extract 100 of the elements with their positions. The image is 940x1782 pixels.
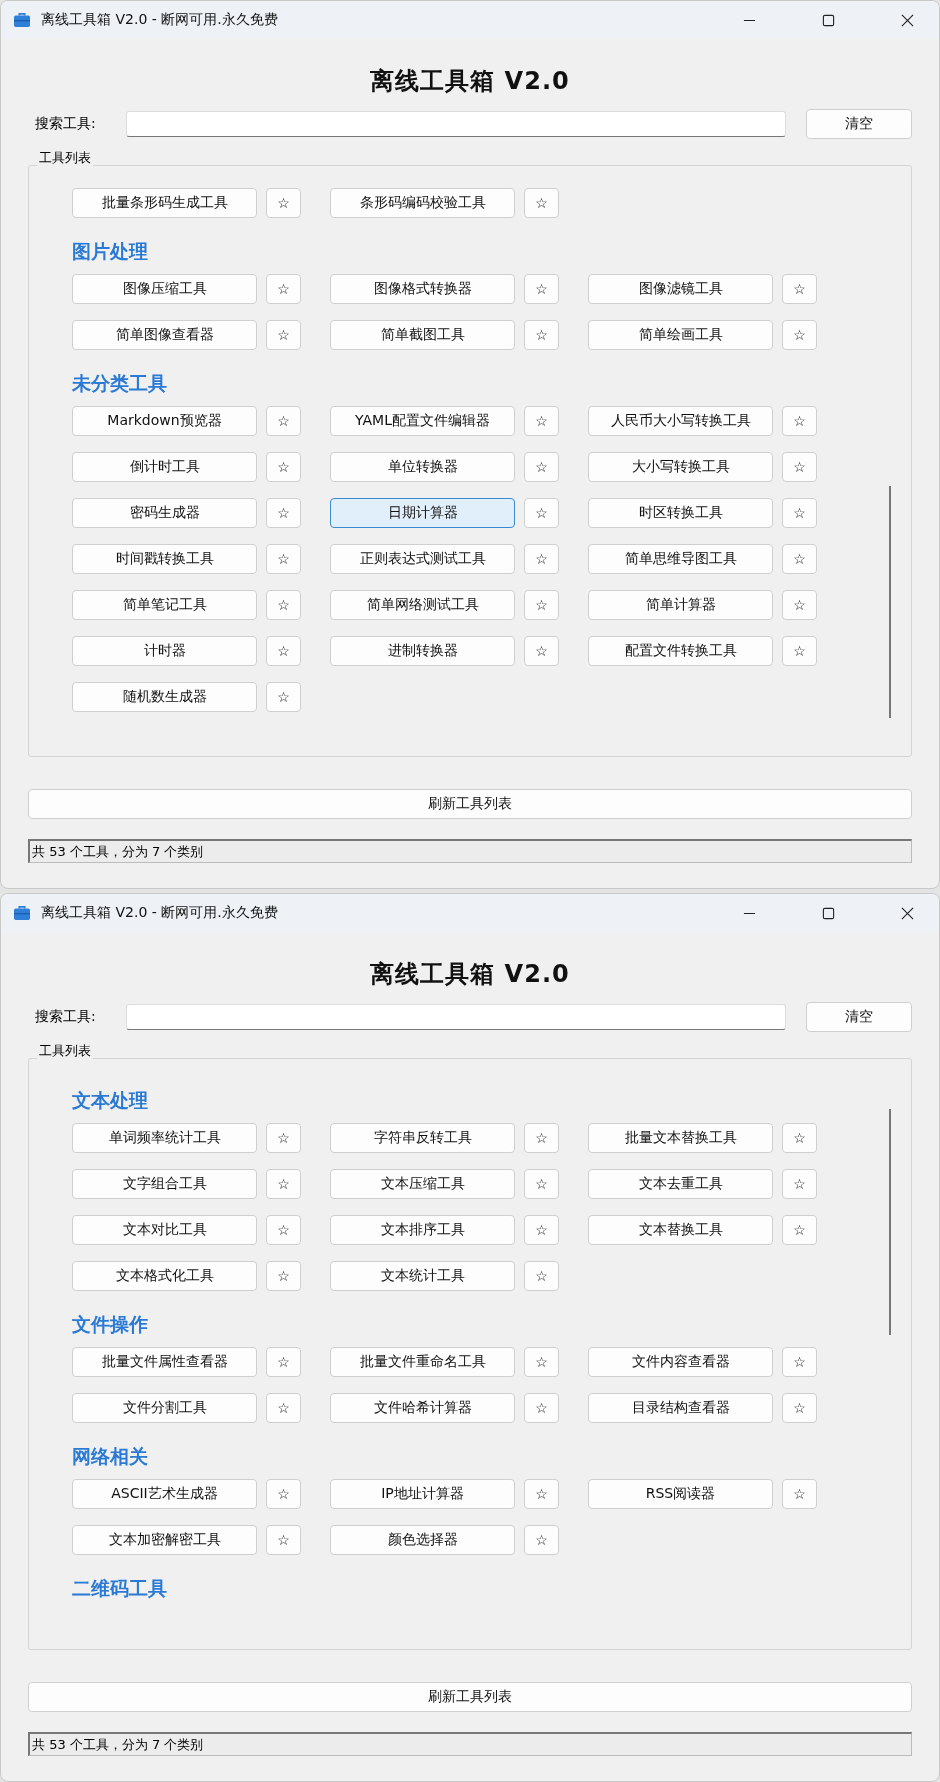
favorite-button[interactable]: ☆	[266, 274, 301, 304]
tool-button[interactable]: 批量条形码生成工具	[72, 188, 257, 218]
tool-button[interactable]: 文件分割工具	[72, 1393, 257, 1423]
favorite-button[interactable]: ☆	[782, 1123, 817, 1153]
favorite-button[interactable]: ☆	[524, 1479, 559, 1509]
favorite-button[interactable]: ☆	[524, 498, 559, 528]
favorite-button[interactable]: ☆	[266, 1215, 301, 1245]
favorite-button[interactable]: ☆	[524, 1169, 559, 1199]
tool-button[interactable]: 批量文件属性查看器	[72, 1347, 257, 1377]
tool-button[interactable]: 人民币大小写转换工具	[588, 406, 773, 436]
tool-button[interactable]: 文本去重工具	[588, 1169, 773, 1199]
favorite-button[interactable]: ☆	[524, 1347, 559, 1377]
favorite-button[interactable]: ☆	[266, 452, 301, 482]
tool-button[interactable]: 文件哈希计算器	[330, 1393, 515, 1423]
tool-button[interactable]: 批量文件重命名工具	[330, 1347, 515, 1377]
tool-button[interactable]: 文本排序工具	[330, 1215, 515, 1245]
favorite-button[interactable]: ☆	[524, 636, 559, 666]
favorite-button[interactable]: ☆	[524, 452, 559, 482]
favorite-button[interactable]: ☆	[266, 498, 301, 528]
favorite-button[interactable]: ☆	[266, 544, 301, 574]
favorite-button[interactable]: ☆	[782, 590, 817, 620]
favorite-button[interactable]: ☆	[266, 406, 301, 436]
tool-button[interactable]: ASCII艺术生成器	[72, 1479, 257, 1509]
tool-button[interactable]: 文本加密解密工具	[72, 1525, 257, 1555]
favorite-button[interactable]: ☆	[524, 544, 559, 574]
tool-button[interactable]: 密码生成器	[72, 498, 257, 528]
tool-button[interactable]: 批量文本替换工具	[588, 1123, 773, 1153]
tool-button[interactable]: 条形码编码校验工具	[330, 188, 515, 218]
favorite-button[interactable]: ☆	[524, 188, 559, 218]
refresh-button[interactable]: 刷新工具列表	[28, 1682, 912, 1712]
search-field[interactable]	[126, 111, 786, 137]
favorite-button[interactable]: ☆	[782, 1347, 817, 1377]
favorite-button[interactable]: ☆	[266, 188, 301, 218]
favorite-button[interactable]: ☆	[782, 544, 817, 574]
favorite-button[interactable]: ☆	[266, 1169, 301, 1199]
favorite-button[interactable]: ☆	[782, 1169, 817, 1199]
scrollbar-thumb[interactable]	[889, 1109, 891, 1335]
clear-button[interactable]: 清空	[806, 109, 912, 139]
tool-button[interactable]: 单词频率统计工具	[72, 1123, 257, 1153]
tool-button[interactable]: 进制转换器	[330, 636, 515, 666]
tool-button[interactable]: 字符串反转工具	[330, 1123, 515, 1153]
tool-button[interactable]: 文本替换工具	[588, 1215, 773, 1245]
tool-button[interactable]: 简单笔记工具	[72, 590, 257, 620]
favorite-button[interactable]: ☆	[782, 1393, 817, 1423]
tool-button[interactable]: IP地址计算器	[330, 1479, 515, 1509]
tool-button[interactable]: 随机数生成器	[72, 682, 257, 712]
tool-button[interactable]: 文件内容查看器	[588, 1347, 773, 1377]
favorite-button[interactable]: ☆	[782, 320, 817, 350]
favorite-button[interactable]: ☆	[782, 406, 817, 436]
tool-button[interactable]: 简单思维导图工具	[588, 544, 773, 574]
favorite-button[interactable]: ☆	[266, 636, 301, 666]
tool-button[interactable]: 正则表达式测试工具	[330, 544, 515, 574]
search-field[interactable]	[126, 1004, 786, 1030]
favorite-button[interactable]: ☆	[782, 636, 817, 666]
tool-button[interactable]: 简单绘画工具	[588, 320, 773, 350]
favorite-button[interactable]: ☆	[266, 1393, 301, 1423]
refresh-button[interactable]: 刷新工具列表	[28, 789, 912, 819]
tool-button[interactable]: 文本统计工具	[330, 1261, 515, 1291]
favorite-button[interactable]: ☆	[266, 1479, 301, 1509]
tool-button[interactable]: 图像格式转换器	[330, 274, 515, 304]
tool-button[interactable]: 日期计算器	[330, 498, 515, 528]
favorite-button[interactable]: ☆	[524, 274, 559, 304]
favorite-button[interactable]: ☆	[524, 590, 559, 620]
favorite-button[interactable]: ☆	[266, 682, 301, 712]
tool-button[interactable]: 大小写转换工具	[588, 452, 773, 482]
favorite-button[interactable]: ☆	[782, 274, 817, 304]
favorite-button[interactable]: ☆	[782, 498, 817, 528]
favorite-button[interactable]: ☆	[524, 1261, 559, 1291]
favorite-button[interactable]: ☆	[524, 320, 559, 350]
favorite-button[interactable]: ☆	[524, 406, 559, 436]
favorite-button[interactable]: ☆	[266, 1347, 301, 1377]
tool-button[interactable]: 简单网络测试工具	[330, 590, 515, 620]
favorite-button[interactable]: ☆	[266, 1525, 301, 1555]
tool-button[interactable]: 简单截图工具	[330, 320, 515, 350]
tool-button[interactable]: 配置文件转换工具	[588, 636, 773, 666]
tool-button[interactable]: 图像滤镜工具	[588, 274, 773, 304]
favorite-button[interactable]: ☆	[266, 1261, 301, 1291]
tool-button[interactable]: 计时器	[72, 636, 257, 666]
favorite-button[interactable]: ☆	[266, 1123, 301, 1153]
tool-button[interactable]: 简单图像查看器	[72, 320, 257, 350]
scrollbar-thumb[interactable]	[889, 486, 891, 718]
tool-button[interactable]: 文本对比工具	[72, 1215, 257, 1245]
tool-button[interactable]: 文字组合工具	[72, 1169, 257, 1199]
tool-button[interactable]: 文本格式化工具	[72, 1261, 257, 1291]
tool-button[interactable]: 时间戳转换工具	[72, 544, 257, 574]
tool-button[interactable]: 倒计时工具	[72, 452, 257, 482]
tool-button[interactable]: 图像压缩工具	[72, 274, 257, 304]
favorite-button[interactable]: ☆	[782, 1215, 817, 1245]
tool-button[interactable]: 时区转换工具	[588, 498, 773, 528]
clear-button[interactable]: 清空	[806, 1002, 912, 1032]
tool-button[interactable]: RSS阅读器	[588, 1479, 773, 1509]
tool-button[interactable]: Markdown预览器	[72, 406, 257, 436]
tool-button[interactable]: 目录结构查看器	[588, 1393, 773, 1423]
favorite-button[interactable]: ☆	[524, 1123, 559, 1153]
tool-button[interactable]: YAML配置文件编辑器	[330, 406, 515, 436]
tool-button[interactable]: 颜色选择器	[330, 1525, 515, 1555]
favorite-button[interactable]: ☆	[524, 1215, 559, 1245]
favorite-button[interactable]: ☆	[782, 452, 817, 482]
favorite-button[interactable]: ☆	[782, 1479, 817, 1509]
favorite-button[interactable]: ☆	[266, 590, 301, 620]
